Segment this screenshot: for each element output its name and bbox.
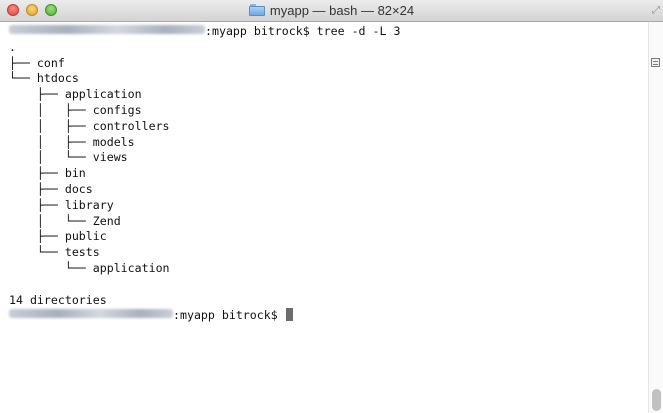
summary-line: 14 directories bbox=[9, 292, 107, 307]
tree-line: │ └── views bbox=[9, 150, 128, 165]
tree-line: ├── bin bbox=[9, 166, 86, 181]
tree-line: │ ├── configs bbox=[9, 102, 142, 117]
tree-line: │ └── Zend bbox=[9, 213, 121, 228]
tree-line: ├── library bbox=[9, 197, 114, 212]
split-pane-icon[interactable] bbox=[651, 58, 660, 67]
terminal-content[interactable]: :myapp bitrock$ tree -d -L 3 . ├── conf … bbox=[0, 22, 648, 413]
tree-line: ├── docs bbox=[9, 181, 93, 196]
window-title-text: myapp — bash — 82×24 bbox=[269, 3, 415, 18]
terminal-window: myapp — bash — 82×24 ⤢ :myapp bitrock$ t… bbox=[0, 0, 663, 413]
tree-line: │ ├── controllers bbox=[9, 118, 170, 133]
tree-line: ├── conf bbox=[9, 55, 65, 70]
folder-icon bbox=[248, 4, 265, 16]
tree-line: └── htdocs bbox=[9, 71, 79, 86]
text-cursor bbox=[285, 308, 293, 322]
redacted-hostname bbox=[9, 309, 173, 319]
tree-line: └── tests bbox=[9, 245, 100, 260]
command-line: :myapp bitrock$ tree -d -L 3 bbox=[9, 24, 648, 40]
scrollbar[interactable] bbox=[648, 22, 663, 413]
prompt-text: :myapp bitrock$ bbox=[173, 308, 285, 323]
prompt-line: :myapp bitrock$ bbox=[9, 308, 648, 324]
tree-line: │ ├── models bbox=[9, 134, 135, 149]
command-text: :myapp bitrock$ tree -d -L 3 bbox=[205, 24, 401, 38]
title-bar[interactable]: myapp — bash — 82×24 ⤢ bbox=[0, 0, 663, 22]
scroll-thumb[interactable] bbox=[652, 389, 661, 411]
redacted-hostname bbox=[9, 25, 205, 34]
window-title: myapp — bash — 82×24 bbox=[0, 3, 663, 18]
tree-line: ├── public bbox=[9, 229, 107, 244]
tree-line: . bbox=[9, 39, 16, 54]
fullscreen-icon[interactable]: ⤢ bbox=[652, 5, 660, 16]
tree-line: ├── application bbox=[9, 87, 142, 102]
tree-line: └── application bbox=[9, 260, 170, 275]
